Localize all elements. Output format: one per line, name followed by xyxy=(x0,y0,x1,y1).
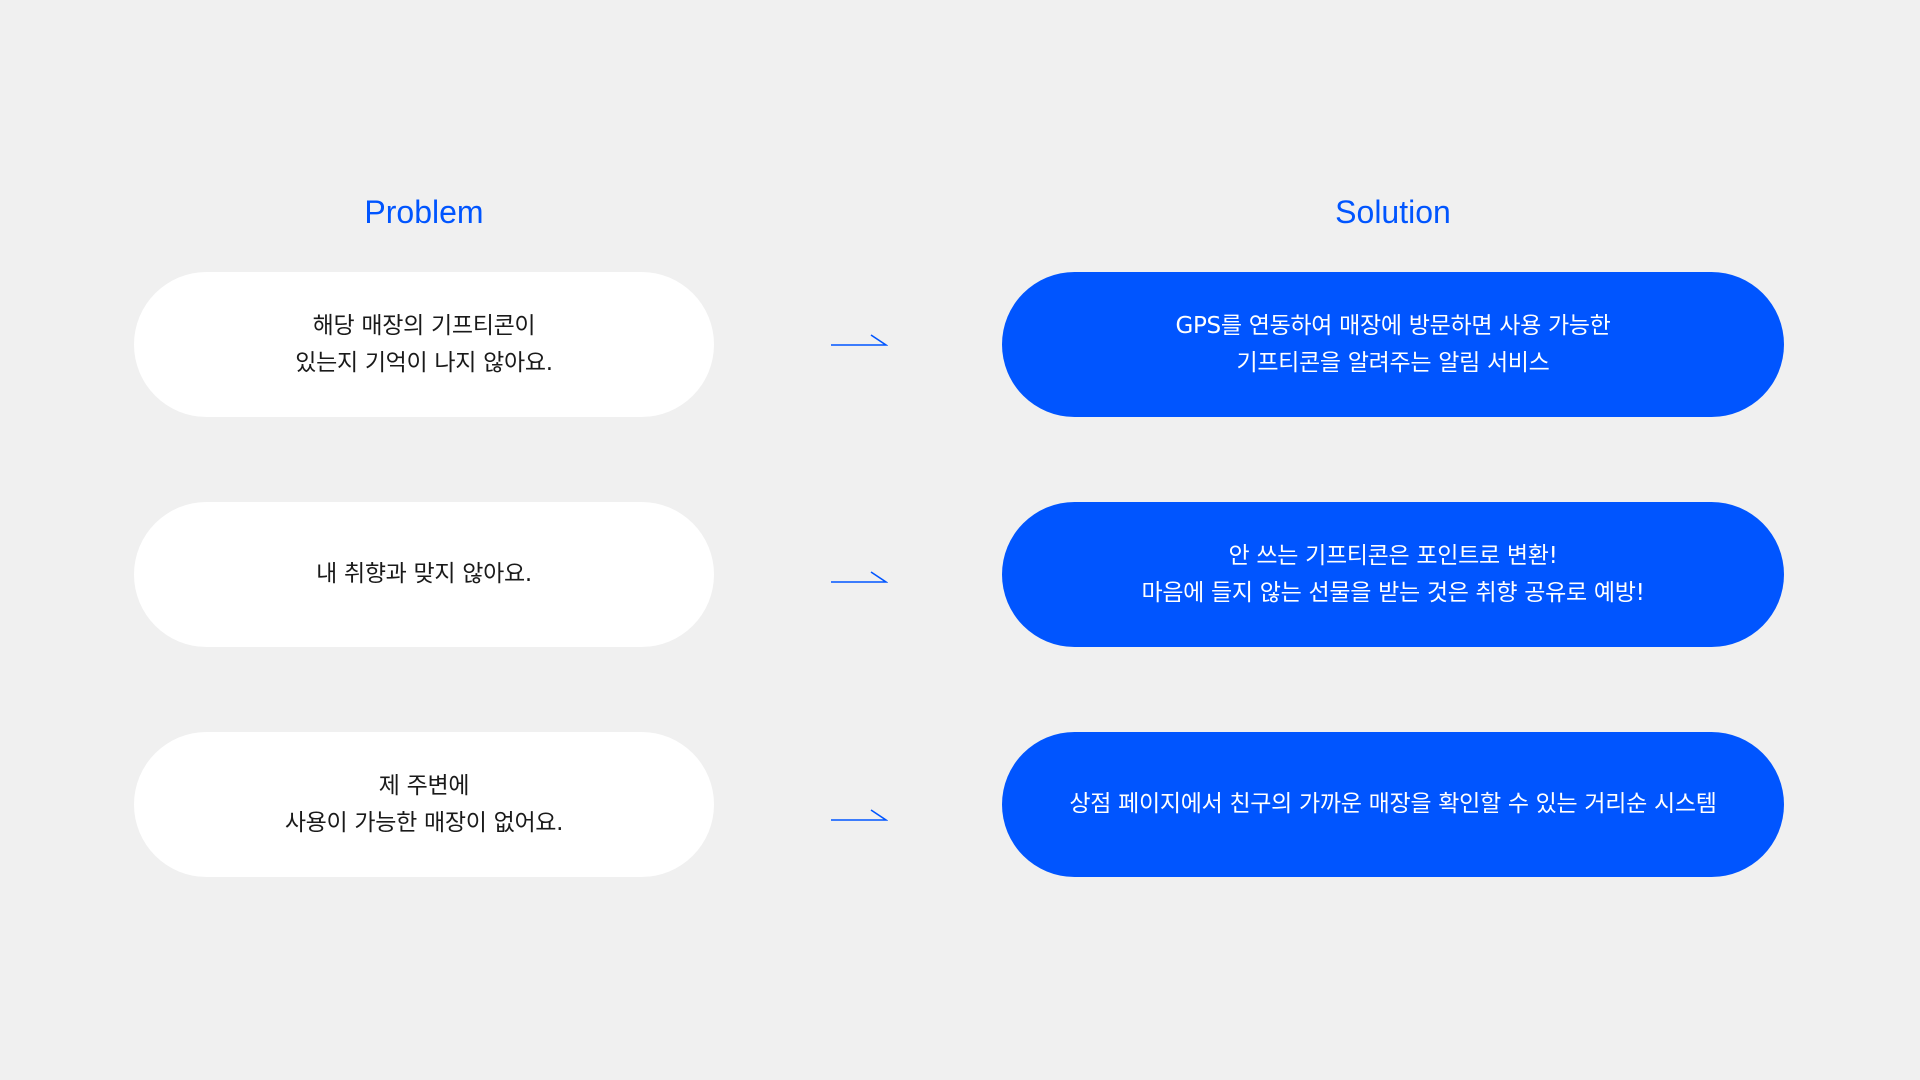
solution-card-2: 안 쓰는 기프티콘은 포인트로 변환! 마음에 들지 않는 선물을 받는 것은 … xyxy=(1002,502,1784,647)
problem-card-1: 해당 매장의 기프티콘이 있는지 기억이 나지 않아요. xyxy=(134,272,714,417)
problem-text-1: 해당 매장의 기프티콘이 있는지 기억이 나지 않아요. xyxy=(295,312,553,376)
solution-text-3: 상점 페이지에서 친구의 가까운 매장을 확인할 수 있는 거리순 시스템 xyxy=(1069,791,1717,817)
problem-card-2: 내 취향과 맞지 않아요. xyxy=(134,502,714,647)
solution-card-3: 상점 페이지에서 친구의 가까운 매장을 확인할 수 있는 거리순 시스템 xyxy=(1002,732,1784,877)
right-arrow-icon xyxy=(831,809,888,821)
problem-heading: Problem xyxy=(364,194,484,230)
problem-card-3: 제 주변에 사용이 가능한 매장이 없어요. xyxy=(134,732,714,877)
problem-text-2: 내 취향과 맞지 않아요. xyxy=(316,561,532,587)
problem-text-3: 제 주변에 사용이 가능한 매장이 없어요. xyxy=(284,772,564,836)
right-arrow-icon xyxy=(831,334,888,346)
right-arrow-icon xyxy=(831,571,888,583)
solution-heading: Solution xyxy=(1335,194,1451,230)
solution-text-1: GPS를 연동하여 매장에 방문하면 사용 가능한 기프티콘을 알려주는 알림 … xyxy=(1175,312,1611,376)
solution-text-2: 안 쓰는 기프티콘은 포인트로 변환! 마음에 들지 않는 선물을 받는 것은 … xyxy=(1141,542,1645,606)
solution-card-1: GPS를 연동하여 매장에 방문하면 사용 가능한 기프티콘을 알려주는 알림 … xyxy=(1002,272,1784,417)
